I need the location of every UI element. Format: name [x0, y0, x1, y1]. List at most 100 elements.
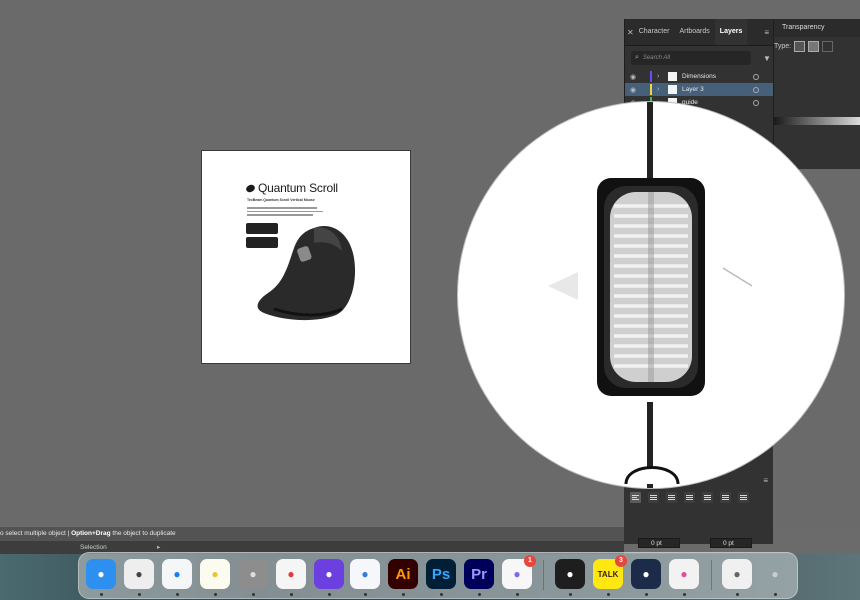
pinwheel-icon: ●	[680, 567, 688, 581]
alignment-buttons	[630, 492, 749, 503]
safari-icon: ●	[173, 567, 181, 581]
running-indicator	[214, 593, 217, 596]
target-circle-icon[interactable]	[753, 86, 759, 93]
product-logo: Quantum Scroll	[244, 181, 338, 195]
filter-icon[interactable]: ▼	[763, 54, 771, 63]
type-linear-button[interactable]	[794, 41, 805, 52]
align-center-button[interactable]	[648, 492, 659, 503]
dock-app-clickup[interactable]: ● 1	[502, 555, 536, 589]
current-tool[interactable]: Selection	[0, 544, 107, 551]
status-hint-suffix: the object to duplicate	[110, 530, 176, 537]
running-indicator	[516, 593, 519, 596]
figma-icon: ●	[566, 567, 574, 581]
space-after-field[interactable]: 0 pt	[710, 538, 752, 548]
dock: ● ● ● ● ● ● ● ● Ai Ps Pr ● 1 ● TALK 3 ● ● ● ●	[78, 552, 798, 599]
search-placeholder: Search All	[642, 55, 671, 61]
type-label: Type:	[774, 43, 792, 50]
dock-app-pinwheel[interactable]: ●	[669, 559, 699, 589]
running-indicator	[364, 593, 367, 596]
mail-icon: ●	[361, 567, 369, 581]
type-freeform-button[interactable]	[822, 41, 833, 52]
layer-color-strip	[650, 84, 652, 95]
visibility-eye-icon[interactable]: ◉	[630, 73, 640, 81]
tab-artboards[interactable]: Artboards	[674, 19, 714, 45]
close-panel-icon[interactable]: ✕	[625, 28, 634, 37]
running-indicator	[176, 593, 179, 596]
running-indicator	[290, 593, 293, 596]
gradient-slider[interactable]	[774, 117, 860, 125]
dock-app-notes[interactable]: ●	[200, 559, 230, 589]
type-radial-button[interactable]	[808, 41, 819, 52]
justify-center-button[interactable]	[702, 492, 713, 503]
type-buttons	[794, 41, 833, 52]
dock-app-arc[interactable]: ●	[314, 559, 344, 589]
layer-name: Dimensions	[682, 73, 716, 80]
dock-app-safari[interactable]: ●	[162, 559, 192, 589]
layer-row-dimensions[interactable]: ◉ › Dimensions	[625, 70, 773, 83]
notes-icon: ●	[211, 567, 219, 581]
arc-icon: ●	[325, 567, 333, 581]
running-indicator	[736, 593, 739, 596]
status-hint-bold: Option+Drag	[71, 530, 111, 537]
system-settings-icon: ●	[249, 567, 257, 581]
running-indicator	[138, 593, 141, 596]
tab-character[interactable]: Character	[634, 19, 675, 45]
tab-layers[interactable]: Layers	[714, 19, 748, 45]
mouse-image	[257, 226, 356, 321]
justify-all-button[interactable]	[738, 492, 749, 503]
product-subtitle: TecBeam Quantum Scroll Vertical Mouse	[247, 198, 315, 202]
running-indicator	[478, 593, 481, 596]
layer-row-layer-3[interactable]: ◉ › Layer 3	[625, 83, 773, 96]
align-right-button[interactable]	[666, 492, 677, 503]
search-icon: ⌕	[635, 54, 639, 61]
dock-app-premiere-pro[interactable]: Pr	[464, 559, 494, 589]
dock-app-linear[interactable]: ●	[631, 559, 661, 589]
running-indicator	[774, 593, 777, 596]
expand-chevron-icon[interactable]: ›	[657, 86, 665, 93]
photoshop-icon: Ps	[431, 565, 451, 583]
dock-app-preview[interactable]: ●	[722, 559, 752, 589]
dock-app-kakaotalk[interactable]: TALK 3	[593, 555, 627, 589]
dock-app-trash[interactable]: ●	[760, 559, 790, 589]
clickup-icon: ●	[513, 567, 521, 581]
transparency-title: Transparency	[774, 19, 860, 37]
dock-separator	[711, 560, 712, 590]
artboard[interactable]: Quantum Scroll TecBeam Quantum Scroll Ve…	[201, 150, 411, 364]
target-circle-icon[interactable]	[753, 99, 759, 106]
product-name: Quantum Scroll	[258, 181, 338, 195]
space-before-field[interactable]: 0 pt	[638, 538, 680, 548]
preview-icon: ●	[733, 567, 741, 581]
justify-left-button[interactable]	[684, 492, 695, 503]
running-indicator	[569, 593, 572, 596]
panel-menu-icon[interactable]: ≡	[764, 28, 773, 37]
align-left-button[interactable]	[630, 492, 641, 503]
dock-app-figma[interactable]: ●	[555, 559, 585, 589]
dock-app-launchpad[interactable]: ●	[124, 559, 154, 589]
chrome-icon: ●	[287, 567, 295, 581]
premiere-pro-icon: Pr	[471, 565, 487, 583]
transparency-panel: Transparency Type:	[773, 19, 860, 169]
dock-app-finder[interactable]: ●	[86, 559, 116, 589]
dock-app-chrome[interactable]: ●	[276, 559, 306, 589]
running-indicator	[252, 593, 255, 596]
layers-search-input[interactable]: ⌕ Search All	[631, 51, 751, 65]
dock-app-photoshop[interactable]: Ps	[426, 559, 456, 589]
dock-app-system-settings[interactable]: ●	[238, 559, 268, 589]
linear-icon: ●	[642, 567, 650, 581]
dock-app-illustrator[interactable]: Ai	[388, 559, 418, 589]
running-indicator	[607, 593, 610, 596]
target-circle-icon[interactable]	[753, 73, 759, 80]
justify-right-button[interactable]	[720, 492, 731, 503]
dock-separator	[543, 560, 544, 590]
running-indicator	[100, 593, 103, 596]
panel-tabs: ✕ Character Artboards Layers ≡	[625, 19, 773, 46]
running-indicator	[683, 593, 686, 596]
running-indicator	[402, 593, 405, 596]
notification-badge: 3	[615, 555, 627, 567]
launchpad-icon: ●	[135, 567, 143, 581]
paragraph-menu-icon[interactable]: ≡	[763, 476, 768, 485]
expand-chevron-icon[interactable]: ›	[657, 73, 665, 80]
search-row: ⌕ Search All ▼	[625, 46, 773, 70]
dock-app-mail[interactable]: ●	[350, 559, 380, 589]
visibility-eye-icon[interactable]: ◉	[630, 86, 640, 94]
